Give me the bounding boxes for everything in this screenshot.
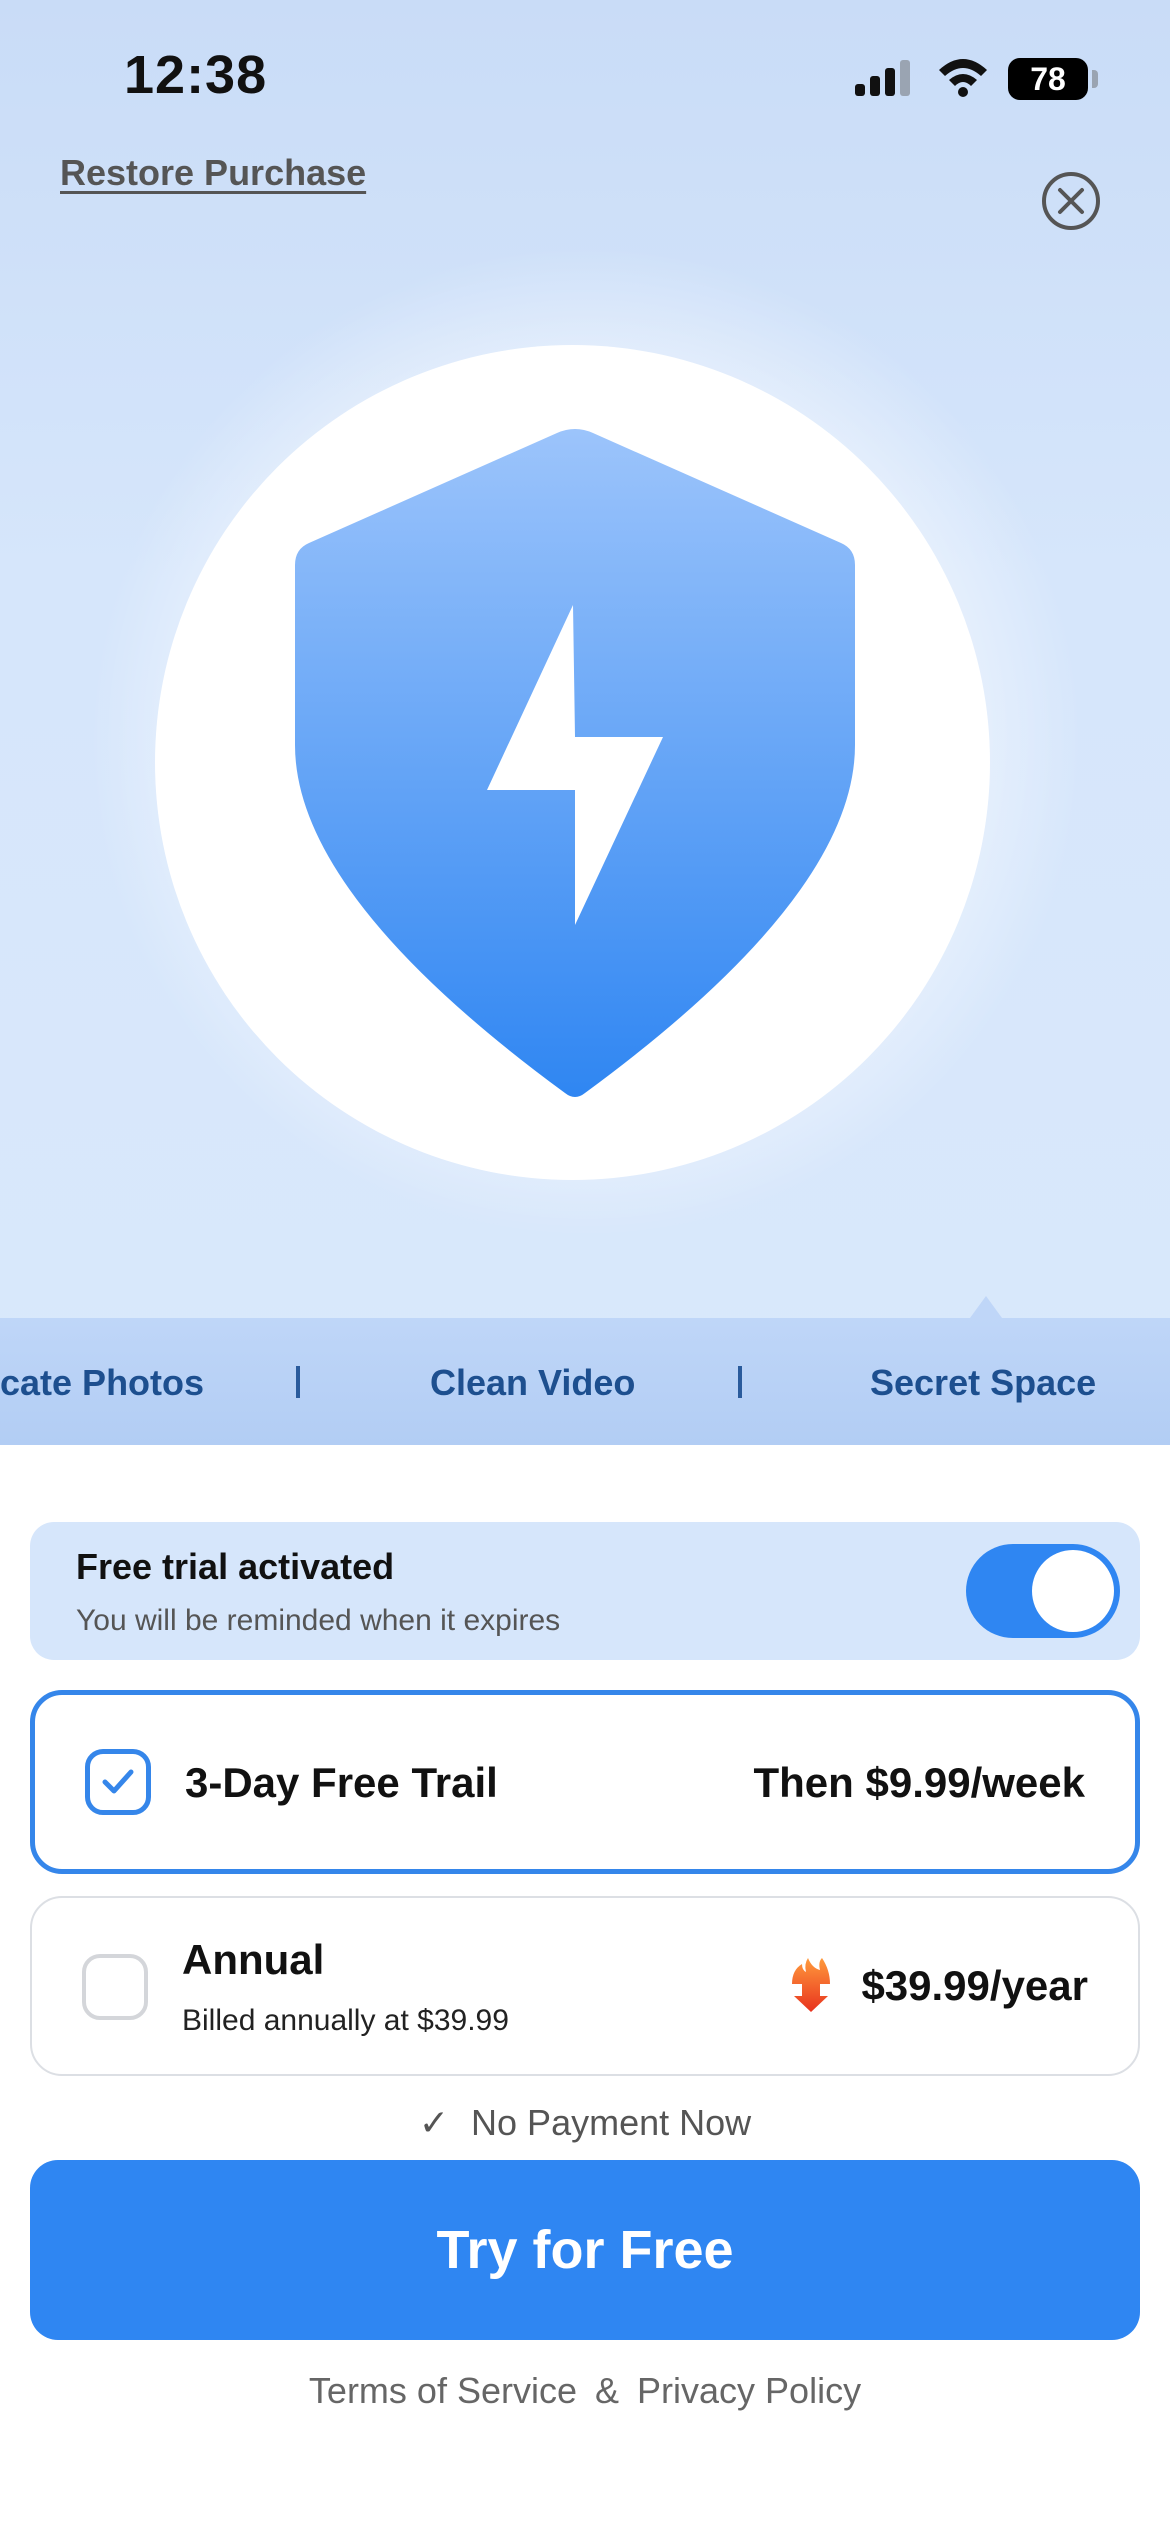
try-for-free-button[interactable]: Try for Free (30, 2160, 1140, 2340)
no-payment-note: ✓ No Payment Now (0, 2102, 1170, 2144)
trial-title: Free trial activated (76, 1546, 395, 1587)
plan-checkbox-unchecked[interactable] (82, 1954, 148, 2020)
battery-indicator: 78 (1008, 58, 1088, 100)
tab-pointer (970, 1296, 1002, 1318)
footer-ampersand: & (595, 2370, 620, 2411)
plan-checkbox-checked[interactable] (85, 1749, 151, 1815)
tab-clean-video[interactable]: Clean Video (430, 1362, 635, 1404)
free-trial-card: Free trial activated You will be reminde… (30, 1522, 1140, 1660)
close-button[interactable] (1042, 172, 1100, 230)
plan-subtitle: Billed annually at $39.99 (182, 2004, 509, 2037)
toggle-knob (1032, 1550, 1114, 1632)
plan-option-annual[interactable]: Annual Billed annually at $39.99 $39.99/… (30, 1896, 1140, 2076)
status-time: 12:38 (124, 45, 268, 105)
trial-subtitle: You will be reminded when it expires (76, 1604, 561, 1637)
close-circle-icon (1058, 188, 1084, 214)
restore-purchase-link[interactable]: Restore Purchase (60, 152, 366, 194)
footer-links: Terms of Service & Privacy Policy (0, 2370, 1170, 2412)
hero-section (0, 0, 1170, 1445)
terms-of-service-link[interactable]: Terms of Service (309, 2370, 577, 2411)
checkmark-icon: ✓ (418, 2102, 450, 2143)
tab-secret-space[interactable]: Secret Space (870, 1362, 1096, 1404)
plan-name: 3-Day Free Trail (185, 1759, 498, 1806)
plan-price: Then $9.99/week (753, 1759, 1085, 1806)
tab-divider (738, 1366, 742, 1398)
no-payment-text: No Payment Now (471, 2102, 752, 2143)
signal-icon (855, 60, 910, 96)
wifi-icon (939, 59, 987, 97)
plan-option-trial[interactable]: 3-Day Free Trail Then $9.99/week (30, 1690, 1140, 1874)
plan-name: Annual (182, 1936, 325, 1983)
fire-icon (792, 1958, 830, 2012)
checkmark-icon (102, 1769, 134, 1794)
battery-tip (1092, 70, 1098, 88)
tab-divider (296, 1366, 300, 1398)
free-trial-toggle[interactable] (966, 1544, 1120, 1638)
privacy-policy-link[interactable]: Privacy Policy (637, 2370, 861, 2411)
plan-price: $39.99/year (861, 1962, 1088, 2009)
tab-duplicate-photos[interactable]: cate Photos (0, 1362, 204, 1404)
shield-lightning-icon (295, 429, 855, 1097)
